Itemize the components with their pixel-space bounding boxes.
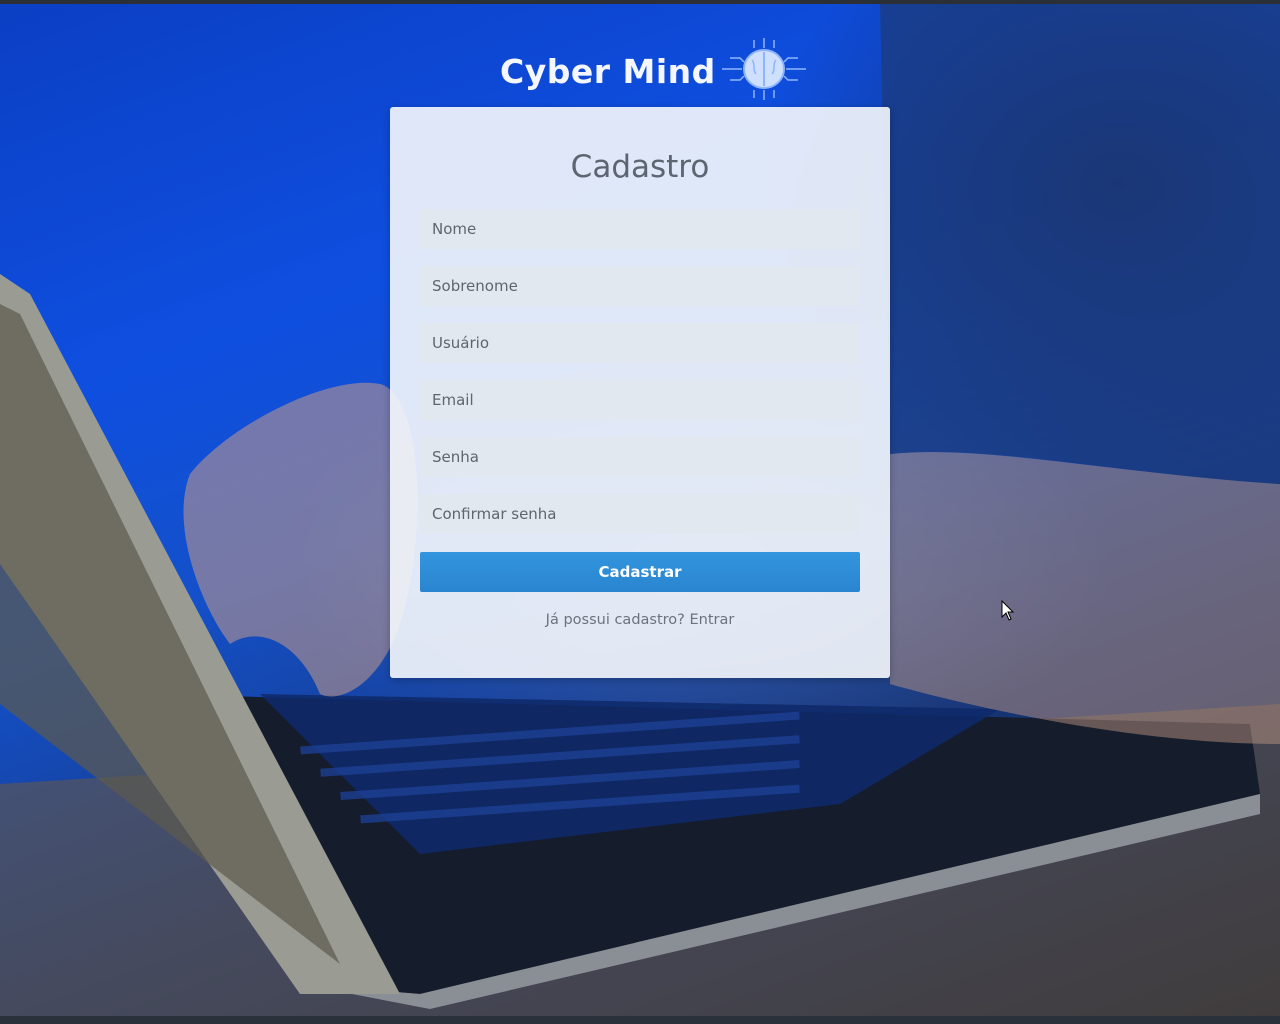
- brand-name: Cyber Mind: [500, 51, 716, 91]
- login-prompt: Já possui cadastro? Entrar: [390, 612, 890, 628]
- confirm-password-input[interactable]: [420, 494, 860, 534]
- login-link[interactable]: Entrar: [689, 612, 734, 628]
- email-input[interactable]: [420, 380, 860, 420]
- password-input[interactable]: [420, 437, 860, 477]
- brain-circuit-icon: [720, 36, 808, 107]
- signup-button[interactable]: Cadastrar: [420, 552, 860, 592]
- username-input[interactable]: [420, 323, 860, 363]
- page: Cyber Mind Cadastro Nome Sobrenome Usuár…: [0, 0, 1280, 1024]
- login-prompt-text: Já possui cadastro?: [545, 612, 685, 628]
- last-name-input[interactable]: [420, 266, 860, 306]
- bottom-strip: [0, 1016, 1280, 1024]
- mouse-pointer-icon: [1001, 599, 1015, 627]
- signup-card: Cadastro Cadastrar Já possui cadastro? E…: [390, 107, 890, 678]
- first-name-input[interactable]: [420, 209, 860, 249]
- brand-logo: Cyber Mind: [500, 36, 808, 107]
- form-title: Cadastro: [570, 149, 710, 185]
